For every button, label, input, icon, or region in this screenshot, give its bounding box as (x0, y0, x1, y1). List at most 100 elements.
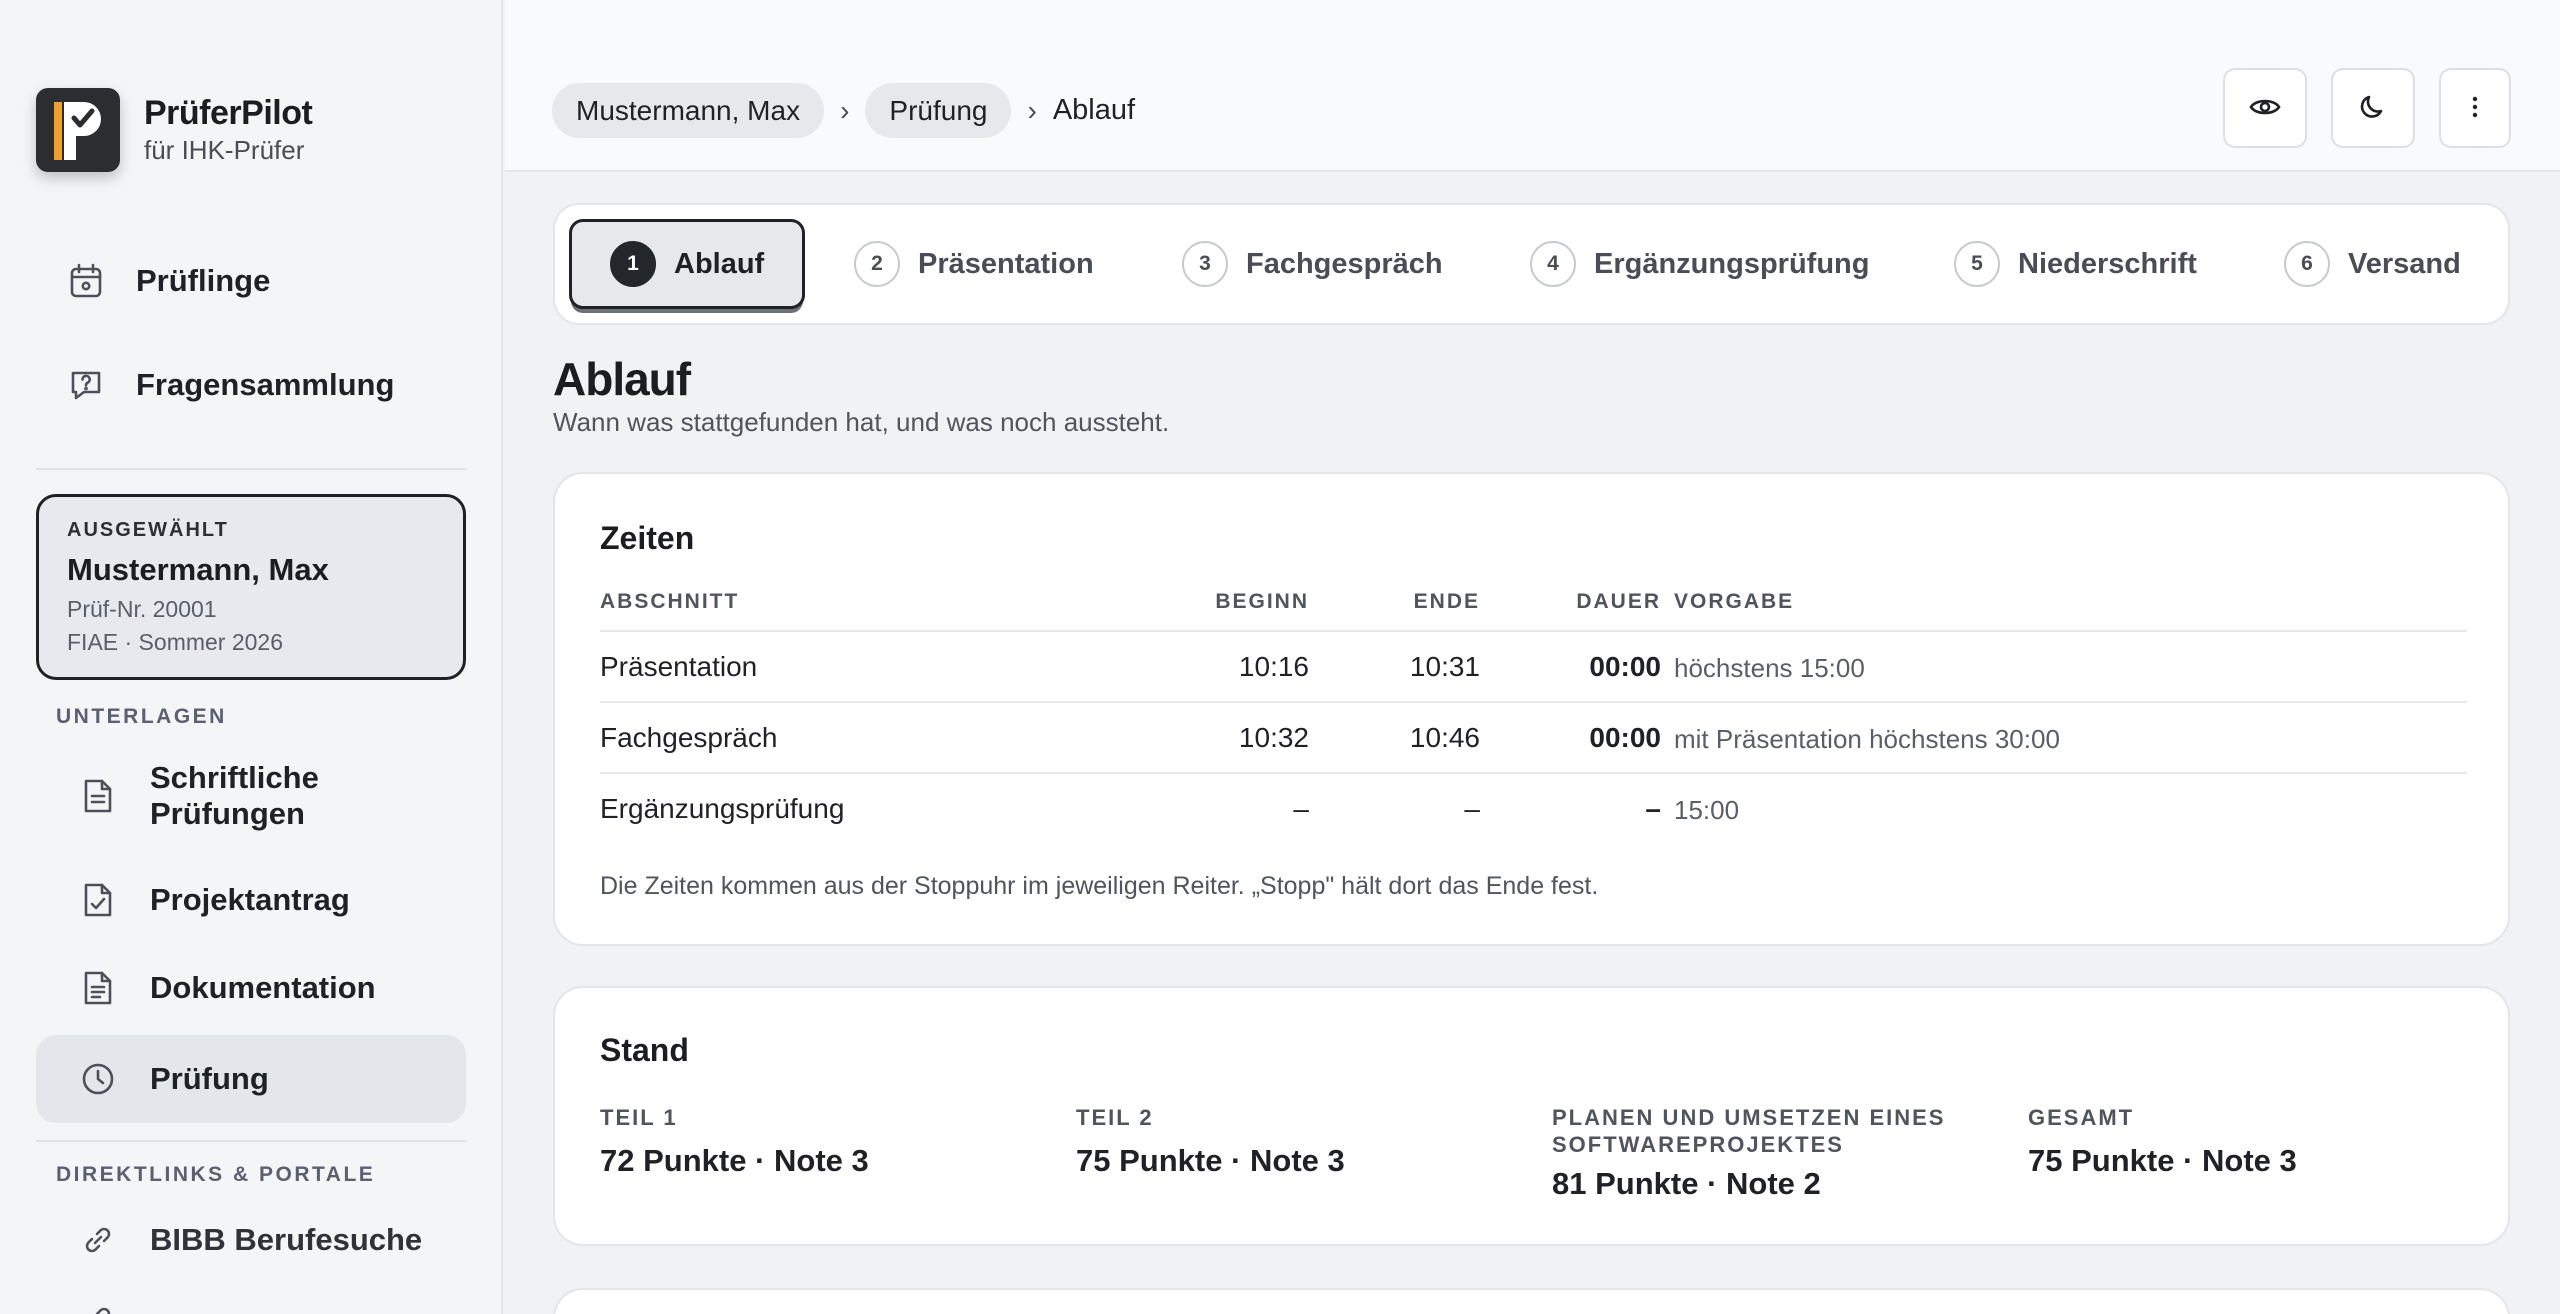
step-number: 5 (1954, 241, 2000, 287)
cell-dauer: 00:00 (1589, 722, 1661, 753)
page-title: Ablauf (553, 353, 691, 405)
step-label: Ergänzungsprüfung (1594, 247, 1870, 280)
stand-value: 72 Punkte · Note 3 (600, 1143, 869, 1178)
tab-fachgesprach[interactable]: 3 Fachgespräch (1182, 219, 1443, 309)
step-number: 3 (1182, 241, 1228, 287)
column-header-ende: ENDE (1413, 590, 1480, 613)
brand-subtitle: für IHK-Prüfer (144, 135, 305, 165)
row-divider (600, 701, 2467, 703)
document-lines-icon (80, 970, 116, 1006)
selected-candidate-card[interactable]: AUSGEWÄHLT Mustermann, Max Prüf-Nr. 2000… (36, 494, 466, 680)
nav-item-projektantrag[interactable]: Projektantrag (36, 866, 466, 934)
stand-teil-2: TEIL 2 75 Punkte · Note 3 (1076, 1104, 1506, 1179)
link-icon (80, 1222, 116, 1258)
tab-erganzungsprufung[interactable]: 4 Ergänzungsprüfung (1530, 219, 1869, 309)
nav-item-label: Dokumentation (150, 970, 376, 1005)
card-title: Zeiten (600, 520, 695, 556)
breadcrumb-separator: › (840, 94, 850, 126)
breadcrumb-prufung[interactable]: Prüfung (865, 83, 1012, 138)
step-number: 6 (2284, 241, 2330, 287)
cell-ende: 10:31 (1409, 651, 1480, 682)
selected-term: FIAE · Sommer 2026 (67, 629, 284, 655)
nav-item-label: Schriftliche Prüfungen (150, 760, 319, 831)
nav-link-next[interactable] (36, 1300, 466, 1314)
card-title: Stand (600, 1032, 689, 1068)
step-number: 4 (1530, 241, 1576, 287)
row-divider (600, 630, 2467, 632)
nav-item-label: BIBB Berufesuche (150, 1222, 423, 1257)
cell-beginn: 10:32 (1238, 722, 1309, 753)
column-header-vorgabe: VORGABE (1674, 590, 1795, 613)
nav-item-prufung[interactable]: Prüfung (36, 1035, 466, 1123)
cell-abschnitt: Präsentation (600, 651, 758, 682)
table-row: Präsentation 10:16 10:31 00:00 höchstens… (600, 651, 2467, 687)
cell-vorgabe: mit Präsentation höchstens 30:00 (1674, 724, 2060, 754)
stand-label: TEIL 2 (1076, 1105, 1154, 1130)
nav-link-bibb-berufesuche[interactable]: BIBB Berufesuche (36, 1206, 466, 1274)
page-subtitle: Wann was stattgefunden hat, und was noch… (553, 407, 1170, 437)
tab-versand[interactable]: 6 Versand (2284, 219, 2461, 309)
cell-ende: – (1464, 793, 1480, 824)
column-header-dauer: DAUER (1576, 590, 1661, 613)
divider (36, 468, 466, 470)
table-row: Fachgespräch 10:32 10:46 00:00 mit Präse… (600, 722, 2467, 758)
breadcrumb-candidate[interactable]: Mustermann, Max (552, 83, 825, 138)
nav-item-label: Fragensammlung (136, 367, 395, 402)
tab-niederschrift[interactable]: 5 Niederschrift (1954, 219, 2197, 309)
section-heading-direktlinks: DIREKTLINKS & PORTALE (56, 1163, 376, 1186)
cell-dauer: – (1645, 793, 1661, 824)
divider (36, 1140, 466, 1142)
breadcrumb: Mustermann, Max › Prüfung › Ablauf (552, 83, 1135, 138)
sidebar: PrüferPilot für IHK-Prüfer Prüflinge Fra… (0, 0, 503, 1314)
brand-name: PrüferPilot (144, 94, 313, 132)
stand-value: 75 Punkte · Note 3 (1076, 1143, 1345, 1178)
stand-value: 75 Punkte · Note 3 (2028, 1143, 2297, 1178)
section-heading-unterlagen: UNTERLAGEN (56, 705, 227, 728)
nav-item-label: Prüflinge (136, 263, 271, 298)
stand-softwareprojekt: PLANEN UND UMSETZEN EINES SOFTWAREPROJEK… (1552, 1104, 1992, 1202)
nav-item-label: Prüfung (150, 1061, 269, 1096)
stand-teil-1: TEIL 1 72 Punkte · Note 3 (600, 1104, 1030, 1179)
step-label: Präsentation (918, 247, 1094, 280)
selected-kicker: AUSGEWÄHLT (67, 519, 229, 541)
table-header: ABSCHNITT BEGINN ENDE DAUER VORGABE (600, 590, 2467, 620)
nav-item-label: Projektantrag (150, 882, 350, 917)
cell-dauer: 00:00 (1589, 651, 1661, 682)
document-check-icon (80, 882, 116, 918)
stand-card: Stand TEIL 1 72 Punkte · Note 3 TEIL 2 7… (553, 986, 2510, 1246)
question-bubble-icon (66, 365, 106, 405)
app-logo-icon (36, 88, 120, 172)
step-number: 2 (854, 241, 900, 287)
nav-item-pruflinge[interactable]: Prüflinge (36, 245, 466, 317)
stand-value: 81 Punkte · Note 2 (1552, 1166, 1821, 1201)
zeiten-note: Die Zeiten kommen aus der Stoppuhr im je… (600, 872, 1599, 900)
moon-icon (2359, 93, 2387, 124)
tab-ablauf[interactable]: 1 Ablauf (569, 219, 806, 309)
cell-beginn: – (1293, 793, 1309, 824)
nav-item-dokumentation[interactable]: Dokumentation (36, 954, 466, 1022)
more-vertical-icon (2472, 96, 2478, 121)
breadcrumb-separator: › (1027, 94, 1037, 126)
nav-item-fragensammlung[interactable]: Fragensammlung (36, 349, 466, 421)
nav-item-schriftliche-prufungen[interactable]: Schriftliche Prüfungen (36, 756, 466, 836)
exam-stepper: 1 Ablauf 2 Präsentation 3 Fachgespräch 4… (553, 203, 2510, 325)
tab-prasentation[interactable]: 2 Präsentation (854, 219, 1094, 309)
cell-abschnitt: Ergänzungsprüfung (600, 793, 845, 824)
step-label: Niederschrift (2018, 247, 2197, 280)
calendar-icon (66, 261, 106, 301)
cell-vorgabe: höchstens 15:00 (1674, 653, 1865, 683)
brand[interactable]: PrüferPilot für IHK-Prüfer (36, 88, 313, 172)
stand-gesamt: GESAMT 75 Punkte · Note 3 (2028, 1104, 2458, 1179)
link-icon (80, 1302, 116, 1314)
row-divider (600, 772, 2467, 774)
dark-mode-button[interactable] (2331, 68, 2415, 148)
stand-label: TEIL 1 (600, 1105, 678, 1130)
cell-vorgabe: 15:00 (1674, 795, 1740, 825)
preview-button[interactable] (2223, 68, 2307, 148)
cell-ende: 10:46 (1409, 722, 1480, 753)
stand-label: GESAMT (2028, 1105, 2135, 1130)
clock-icon (80, 1061, 116, 1097)
eye-icon (2249, 95, 2281, 122)
more-menu-button[interactable] (2439, 68, 2511, 148)
breadcrumb-current: Ablauf (1052, 94, 1136, 126)
